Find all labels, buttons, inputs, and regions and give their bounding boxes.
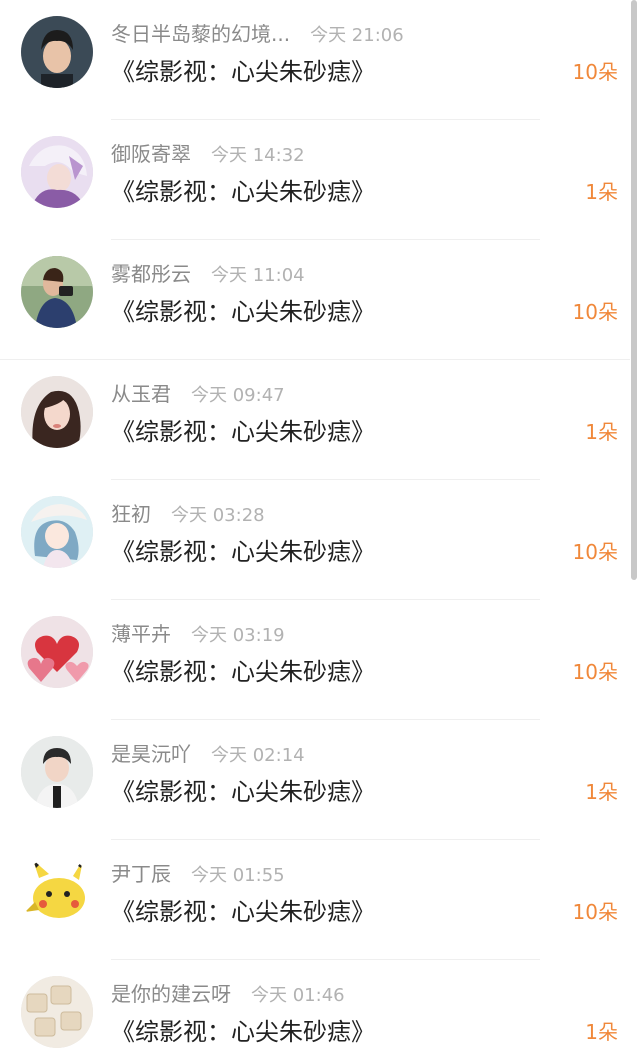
row-meta: 薄平卉 今天 03:19 (111, 620, 285, 648)
book-title[interactable]: 《综影视：心尖朱砂痣》 (111, 656, 375, 688)
timestamp: 今天 09:47 (191, 385, 285, 406)
username[interactable]: 薄平卉 (111, 622, 171, 646)
list-item[interactable]: 从玉君 今天 09:47 《综影视：心尖朱砂痣》 1朵 (0, 360, 630, 480)
username[interactable]: 雾都彤云 (111, 262, 191, 286)
row-meta: 是你的建云呀 今天 01:46 (111, 980, 345, 1008)
timestamp: 今天 01:46 (251, 985, 345, 1006)
list-item[interactable]: 尹丁辰 今天 01:55 《综影视：心尖朱砂痣》 10朵 (0, 840, 630, 960)
anime-character-icon (21, 136, 93, 208)
anime-girl-icon (21, 496, 93, 568)
gift-amount: 10朵 (572, 540, 618, 564)
book-title[interactable]: 《综影视：心尖朱砂痣》 (111, 896, 375, 928)
avatar[interactable] (21, 856, 93, 928)
timestamp: 今天 11:04 (211, 265, 305, 286)
avatar[interactable] (21, 376, 93, 448)
timestamp: 今天 14:32 (211, 145, 305, 166)
username[interactable]: 是昊沅吖 (111, 742, 191, 766)
woman-portrait-icon (21, 376, 93, 448)
row-meta: 狂初 今天 03:28 (111, 500, 265, 528)
book-title[interactable]: 《综影视：心尖朱砂痣》 (111, 56, 375, 88)
keyboard-keys-icon (21, 976, 93, 1048)
avatar[interactable] (21, 136, 93, 208)
list-item[interactable]: 冬日半岛藜的幻境... 今天 21:06 《综影视：心尖朱砂痣》 10朵 (0, 0, 630, 120)
gift-amount: 1朵 (585, 180, 618, 204)
gift-amount: 10朵 (572, 60, 618, 84)
person-dark-hair-icon (21, 16, 93, 88)
timestamp: 今天 02:14 (211, 745, 305, 766)
username[interactable]: 御阪寄翠 (111, 142, 191, 166)
row-meta: 从玉君 今天 09:47 (111, 380, 285, 408)
book-title[interactable]: 《综影视：心尖朱砂痣》 (111, 176, 375, 208)
timestamp: 今天 01:55 (191, 865, 285, 886)
avatar[interactable] (21, 16, 93, 88)
gift-amount: 10朵 (572, 660, 618, 684)
list-item[interactable]: 薄平卉 今天 03:19 《综影视：心尖朱砂痣》 10朵 (0, 600, 630, 720)
username[interactable]: 冬日半岛藜的幻境... (111, 22, 290, 46)
person-camera-icon (21, 256, 93, 328)
book-title[interactable]: 《综影视：心尖朱砂痣》 (111, 776, 375, 808)
avatar[interactable] (21, 496, 93, 568)
list-item[interactable]: 是你的建云呀 今天 01:46 《综影视：心尖朱砂痣》 1朵 (0, 960, 630, 1064)
row-meta: 御阪寄翠 今天 14:32 (111, 140, 305, 168)
book-title[interactable]: 《综影视：心尖朱砂痣》 (111, 416, 375, 448)
gift-amount: 1朵 (585, 1020, 618, 1044)
hearts-icon (21, 616, 93, 688)
gift-amount: 1朵 (585, 420, 618, 444)
book-title[interactable]: 《综影视：心尖朱砂痣》 (111, 1016, 375, 1048)
gift-amount: 10朵 (572, 300, 618, 324)
timestamp: 今天 21:06 (310, 25, 404, 46)
row-meta: 是昊沅吖 今天 02:14 (111, 740, 305, 768)
avatar[interactable] (21, 256, 93, 328)
row-meta: 雾都彤云 今天 11:04 (111, 260, 305, 288)
scrollbar[interactable] (631, 0, 637, 580)
person-portrait-icon (21, 736, 93, 808)
gift-amount: 10朵 (572, 900, 618, 924)
username[interactable]: 狂初 (111, 502, 151, 526)
timestamp: 今天 03:19 (191, 625, 285, 646)
timestamp: 今天 03:28 (171, 505, 265, 526)
gift-list: 冬日半岛藜的幻境... 今天 21:06 《综影视：心尖朱砂痣》 10朵 御阪寄翠… (0, 0, 640, 1064)
row-meta: 冬日半岛藜的幻境... 今天 21:06 (111, 20, 404, 48)
row-meta: 尹丁辰 今天 01:55 (111, 860, 285, 888)
pikachu-icon (21, 856, 93, 928)
username[interactable]: 从玉君 (111, 382, 171, 406)
book-title[interactable]: 《综影视：心尖朱砂痣》 (111, 296, 375, 328)
list-item[interactable]: 狂初 今天 03:28 《综影视：心尖朱砂痣》 10朵 (0, 480, 630, 600)
list-item[interactable]: 雾都彤云 今天 11:04 《综影视：心尖朱砂痣》 10朵 (0, 240, 630, 360)
username[interactable]: 尹丁辰 (111, 862, 171, 886)
username[interactable]: 是你的建云呀 (111, 982, 231, 1006)
gift-amount: 1朵 (585, 780, 618, 804)
list-item[interactable]: 御阪寄翠 今天 14:32 《综影视：心尖朱砂痣》 1朵 (0, 120, 630, 240)
avatar[interactable] (21, 976, 93, 1048)
avatar[interactable] (21, 616, 93, 688)
list-item[interactable]: 是昊沅吖 今天 02:14 《综影视：心尖朱砂痣》 1朵 (0, 720, 630, 840)
avatar[interactable] (21, 736, 93, 808)
book-title[interactable]: 《综影视：心尖朱砂痣》 (111, 536, 375, 568)
